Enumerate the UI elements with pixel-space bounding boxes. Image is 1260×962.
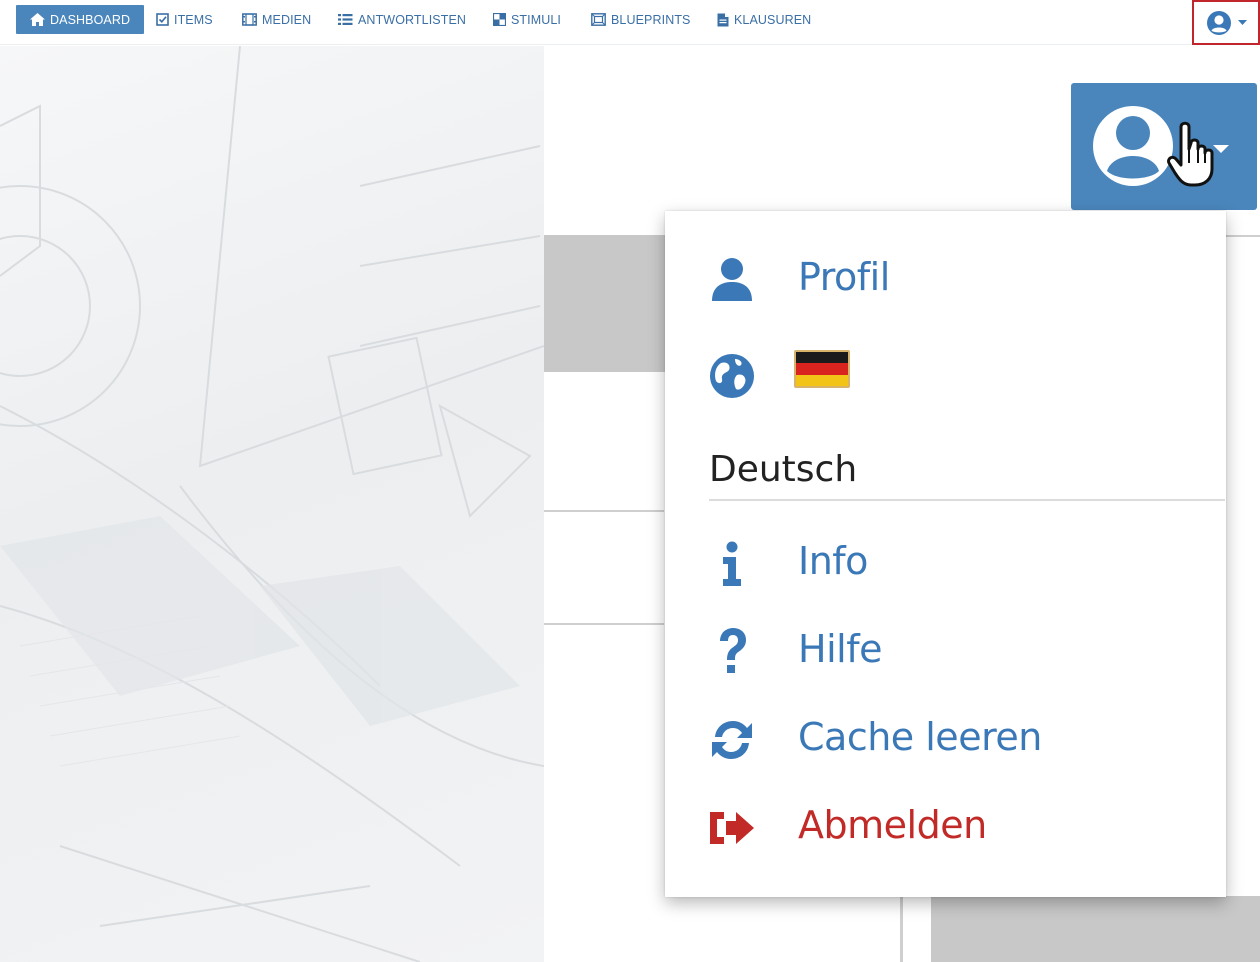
menu-item-cache-leeren[interactable]: Cache leeren bbox=[707, 715, 1042, 765]
nav-klausuren-label: KLAUSUREN bbox=[734, 12, 812, 27]
nav-items[interactable]: ITEMS bbox=[150, 5, 219, 34]
refresh-icon bbox=[707, 717, 757, 763]
nav-antwortlisten-label: ANTWORTLISTEN bbox=[358, 12, 467, 27]
nav-stimuli-label: STIMULI bbox=[511, 12, 562, 27]
user-icon bbox=[707, 257, 757, 303]
menu-item-info[interactable]: Info bbox=[707, 539, 868, 589]
user-circle-icon bbox=[1093, 106, 1229, 186]
desk-sketch-image bbox=[0, 46, 544, 962]
menu-item-abmelden[interactable]: Abmelden bbox=[707, 803, 987, 853]
question-icon bbox=[707, 627, 757, 677]
divider-line bbox=[544, 623, 664, 625]
stimuli-icon bbox=[493, 13, 506, 26]
menu-item-profil-label: Profil bbox=[798, 255, 890, 299]
film-icon bbox=[242, 13, 257, 26]
language-label: Deutsch bbox=[709, 449, 858, 490]
page-background-block bbox=[931, 896, 1260, 962]
german-flag bbox=[794, 350, 850, 388]
document-icon bbox=[717, 13, 729, 26]
nav-blueprints[interactable]: BLUEPRINTS bbox=[585, 5, 697, 34]
sign-out-icon bbox=[707, 808, 757, 848]
divider-line bbox=[900, 897, 903, 962]
nav-blueprints-label: BLUEPRINTS bbox=[611, 12, 691, 27]
nav-stimuli[interactable]: STIMULI bbox=[487, 5, 567, 34]
menu-item-hilfe[interactable]: Hilfe bbox=[707, 627, 882, 677]
nav-antwortlisten[interactable]: ANTWORTLISTEN bbox=[332, 5, 472, 34]
caret-down-icon bbox=[1237, 19, 1247, 25]
page-background-strip bbox=[544, 235, 674, 372]
hand-cursor-icon bbox=[1167, 121, 1214, 187]
menu-item-info-label: Info bbox=[798, 539, 868, 583]
menu-divider bbox=[709, 499, 1225, 501]
home-icon bbox=[30, 13, 45, 26]
blueprint-icon bbox=[591, 13, 606, 26]
info-icon bbox=[707, 541, 757, 587]
menu-item-profil[interactable]: Profil bbox=[707, 255, 890, 305]
menu-item-cache-leeren-label: Cache leeren bbox=[798, 715, 1042, 759]
divider-line bbox=[1226, 235, 1260, 237]
nav-klausuren[interactable]: KLAUSUREN bbox=[711, 5, 817, 34]
user-dropdown-menu: Profil Deutsch Info Hilfe Cache leeren A… bbox=[665, 211, 1226, 897]
menu-item-abmelden-label: Abmelden bbox=[798, 803, 987, 847]
list-icon bbox=[338, 14, 353, 25]
top-navbar: DASHBOARD ITEMS MEDIEN ANTWORTLISTEN STI… bbox=[0, 0, 1260, 45]
menu-item-hilfe-label: Hilfe bbox=[798, 627, 882, 671]
background-image bbox=[0, 46, 544, 962]
nav-items-label: ITEMS bbox=[174, 12, 213, 27]
globe-icon bbox=[707, 353, 757, 399]
divider-line bbox=[544, 510, 664, 512]
menu-item-language[interactable] bbox=[707, 351, 757, 401]
nav-dashboard-label: DASHBOARD bbox=[50, 12, 131, 27]
nav-dashboard[interactable]: DASHBOARD bbox=[16, 5, 145, 34]
user-menu-button-zoomed[interactable] bbox=[1071, 83, 1257, 210]
checkbox-icon bbox=[156, 13, 169, 26]
user-menu-toggle[interactable] bbox=[1192, 0, 1260, 45]
user-circle-icon bbox=[1206, 10, 1231, 35]
nav-medien-label: MEDIEN bbox=[262, 12, 312, 27]
nav-medien[interactable]: MEDIEN bbox=[236, 5, 317, 34]
